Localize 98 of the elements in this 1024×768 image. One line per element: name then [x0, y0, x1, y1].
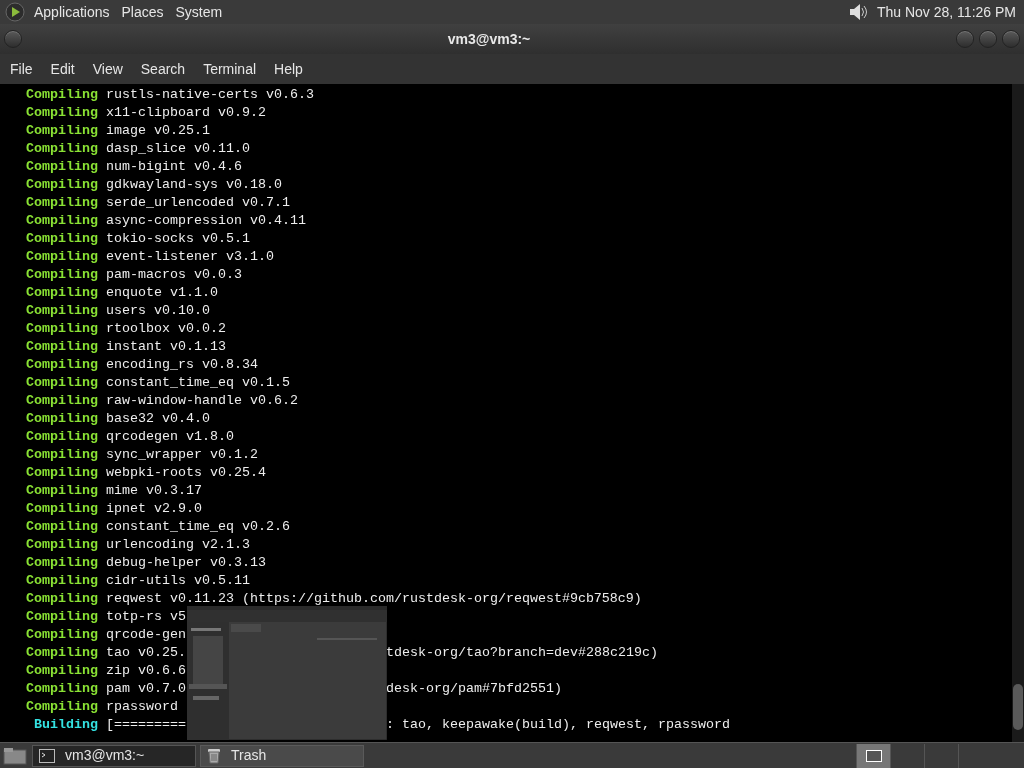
panel-menu[interactable]: Applications — [30, 1, 114, 23]
menu-item[interactable]: Search — [132, 58, 194, 80]
status-label: Building — [34, 716, 98, 734]
status-label: Compiling — [26, 500, 98, 518]
status-label: Compiling — [26, 554, 98, 572]
status-label: Compiling — [26, 266, 98, 284]
output-text: raw-window-handle v0.6.2 — [106, 392, 298, 410]
menu-item[interactable]: File — [2, 58, 41, 80]
window-menu-button[interactable] — [4, 30, 22, 48]
status-label: Compiling — [26, 374, 98, 392]
output-text: constant_time_eq v0.2.6 — [106, 518, 290, 536]
output-text: image v0.25.1 — [106, 122, 210, 140]
output-text: urlencoding v2.1.3 — [106, 536, 250, 554]
status-label: Compiling — [26, 626, 98, 644]
status-label: Compiling — [26, 536, 98, 554]
status-label: Compiling — [26, 518, 98, 536]
task-button[interactable]: vm3@vm3:~ — [32, 744, 196, 767]
output-text: desk-org/pam#7bfd2551) — [386, 680, 562, 698]
output-text: serde_urlencoded v0.7.1 — [106, 194, 290, 212]
scrollbar-thumb[interactable] — [1013, 684, 1023, 730]
status-label: Compiling — [26, 176, 98, 194]
panel-menu[interactable]: System — [171, 1, 227, 23]
status-label: Compiling — [26, 662, 98, 680]
status-label: Compiling — [26, 410, 98, 428]
status-label: Compiling — [26, 122, 98, 140]
output-text: tdesk-org/tao?branch=dev#288c219c) — [386, 644, 658, 662]
status-label: Compiling — [26, 302, 98, 320]
status-label: Compiling — [26, 392, 98, 410]
play-logo-icon[interactable] — [4, 2, 26, 22]
status-label: Compiling — [26, 104, 98, 122]
menu-item[interactable]: Edit — [42, 58, 83, 80]
menu-item[interactable]: View — [84, 58, 131, 80]
output-text: [========= — [106, 716, 186, 734]
menu-item[interactable]: Terminal — [195, 58, 265, 80]
terminal-icon — [39, 748, 55, 763]
output-text: qrcode-gen — [106, 626, 186, 644]
panel-menu[interactable]: Places — [117, 1, 168, 23]
output-text: webpki-roots v0.25.4 — [106, 464, 266, 482]
output-text: cidr-utils v0.5.11 — [106, 572, 250, 590]
maximize-button[interactable] — [979, 30, 997, 48]
status-label: Compiling — [26, 446, 98, 464]
status-label: Compiling — [26, 482, 98, 500]
output-text: enquote v1.1.0 — [106, 284, 218, 302]
workspace-cell[interactable] — [856, 743, 890, 768]
status-label: Compiling — [26, 428, 98, 446]
status-label: Compiling — [26, 212, 98, 230]
output-text: zip v0.6.6 — [106, 662, 186, 680]
output-text: : tao, keepawake(build), reqwest, rpassword — [386, 716, 730, 734]
status-label: Compiling — [26, 572, 98, 590]
status-label: Compiling — [26, 320, 98, 338]
status-label: Compiling — [26, 698, 98, 716]
output-text: base32 v0.4.0 — [106, 410, 210, 428]
menu-item[interactable]: Help — [266, 58, 311, 80]
status-label: Compiling — [26, 464, 98, 482]
output-text: rtoolbox v0.0.2 — [106, 320, 226, 338]
output-text: constant_time_eq v0.1.5 — [106, 374, 290, 392]
output-text: pam v0.7.0 — [106, 680, 186, 698]
status-label: Compiling — [26, 140, 98, 158]
status-label: Compiling — [26, 248, 98, 266]
output-text: num-bigint v0.4.6 — [106, 158, 242, 176]
status-label: Compiling — [26, 230, 98, 248]
output-text: gdkwayland-sys v0.18.0 — [106, 176, 282, 194]
window-title: vm3@vm3:~ — [447, 29, 531, 49]
status-label: Compiling — [26, 680, 98, 698]
output-text: reqwest v0.11.23 (https://github.com/rustdesk-org/reqwest#9cb758c9) — [106, 590, 642, 608]
status-label: Compiling — [26, 590, 98, 608]
status-label: Compiling — [26, 284, 98, 302]
output-text: qrcodegen v1.8.0 — [106, 428, 234, 446]
status-label: Compiling — [26, 86, 98, 104]
output-text: instant v0.1.13 — [106, 338, 226, 356]
task-button[interactable]: Trash — [200, 744, 364, 767]
status-label: Compiling — [26, 194, 98, 212]
output-text: debug-helper v0.3.13 — [106, 554, 266, 572]
status-label: Compiling — [26, 608, 98, 626]
scrollbar[interactable] — [1012, 84, 1024, 742]
output-text: dasp_slice v0.11.0 — [106, 140, 250, 158]
output-text: event-listener v3.1.0 — [106, 248, 274, 266]
output-text: users v0.10.0 — [106, 302, 210, 320]
output-text: mime v0.3.17 — [106, 482, 202, 500]
status-label: Compiling — [26, 644, 98, 662]
output-text: tao v0.25. — [106, 644, 186, 662]
clock[interactable]: Thu Nov 28, 11:26 PM — [872, 1, 1020, 23]
output-text: sync_wrapper v0.1.2 — [106, 446, 258, 464]
output-text: pam-macros v0.0.3 — [106, 266, 242, 284]
output-text: encoding_rs v0.8.34 — [106, 356, 258, 374]
status-label: Compiling — [26, 356, 98, 374]
output-text: ipnet v2.9.0 — [106, 500, 202, 518]
output-text: async-compression v0.4.11 — [106, 212, 306, 230]
status-label: Compiling — [26, 338, 98, 356]
output-text: x11-clipboard v0.9.2 — [106, 104, 266, 122]
output-text: totp-rs v5 — [106, 608, 186, 626]
minimize-button[interactable] — [956, 30, 974, 48]
close-button[interactable] — [1002, 30, 1020, 48]
output-text: rustls-native-certs v0.6.3 — [106, 86, 314, 104]
trash-icon — [207, 747, 221, 764]
status-label: Compiling — [26, 158, 98, 176]
output-text: tokio-socks v0.5.1 — [106, 230, 250, 248]
output-text: rpassword — [106, 698, 178, 716]
